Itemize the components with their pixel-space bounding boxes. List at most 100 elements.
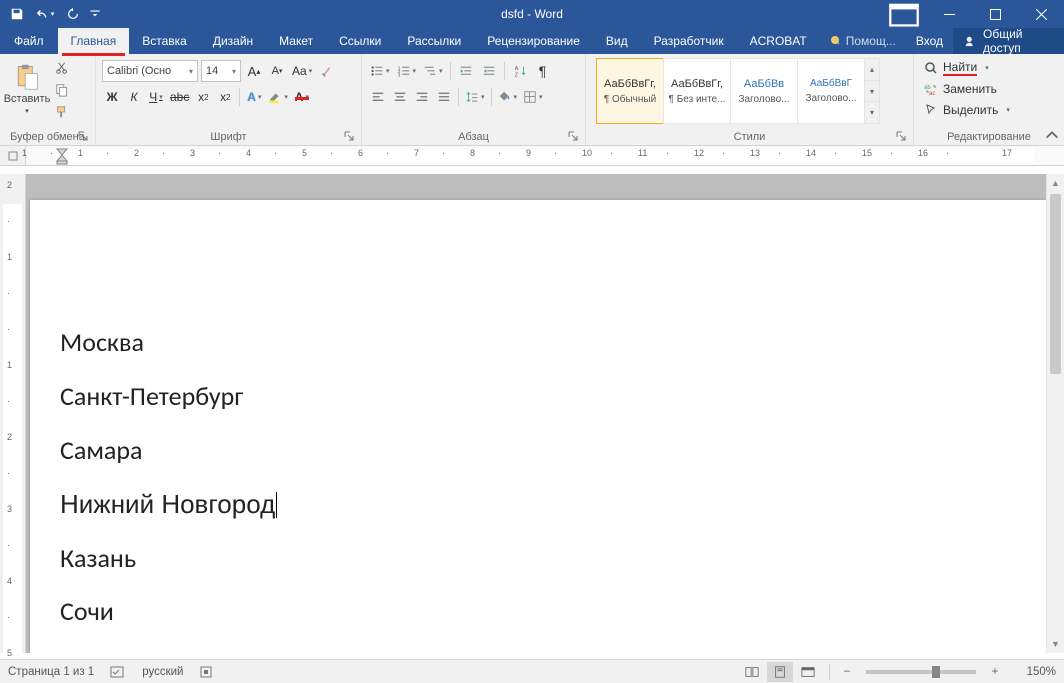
align-left-button[interactable]	[368, 86, 388, 108]
text-effects-button[interactable]: A	[244, 86, 264, 108]
style-heading1[interactable]: АаБбВвЗаголово...	[730, 58, 798, 124]
align-center-button[interactable]	[390, 86, 410, 108]
scroll-down-button[interactable]: ▼	[1047, 635, 1064, 653]
find-button[interactable]: Найти	[924, 58, 1010, 78]
document-area: МоскваСанкт-ПетербургСамараНижний Новгор…	[26, 174, 1046, 653]
tab-view[interactable]: Вид	[593, 28, 641, 54]
font-dialog-launcher[interactable]	[343, 131, 355, 143]
decrease-indent-button[interactable]	[456, 60, 476, 82]
bullets-button[interactable]	[368, 60, 392, 82]
maximize-button[interactable]	[972, 0, 1018, 28]
group-paragraph-label: Абзац	[366, 131, 581, 145]
ruler-horizontal[interactable]: 1·1·2·3·4·5·6·7·8·9·10·11·12·13·14·15·16…	[0, 146, 1064, 166]
print-layout-button[interactable]	[767, 662, 793, 682]
show-marks-button[interactable]: ¶	[533, 60, 553, 82]
scroll-thumb[interactable]	[1050, 194, 1061, 374]
paragraph-dialog-launcher[interactable]	[567, 131, 579, 143]
superscript-button[interactable]: x2	[215, 86, 235, 108]
titlebar: ▾ dsfd - Word	[0, 0, 1064, 28]
ribbon-display-options[interactable]	[888, 2, 920, 26]
change-case-button[interactable]: Aa	[290, 60, 314, 82]
tab-layout[interactable]: Макет	[266, 28, 326, 54]
increase-indent-button[interactable]	[479, 60, 499, 82]
spell-check-indicator[interactable]	[110, 665, 126, 679]
document-page[interactable]: МоскваСанкт-ПетербургСамараНижний Новгор…	[30, 200, 1046, 653]
tab-design[interactable]: Дизайн	[200, 28, 266, 54]
cut-button[interactable]	[52, 58, 72, 78]
styles-gallery: АаБбВвГг,¶ Обычный АаБбВвГг,¶ Без инте..…	[596, 58, 880, 124]
multilevel-list-button[interactable]	[421, 60, 445, 82]
zoom-slider-thumb[interactable]	[932, 666, 940, 678]
numbering-button[interactable]: 123	[395, 60, 419, 82]
collapse-ribbon-button[interactable]	[1044, 127, 1060, 143]
font-size-combo[interactable]: 14	[201, 60, 241, 82]
style-heading2[interactable]: АаБбВвГЗаголово...	[797, 58, 865, 124]
quick-access-toolbar: ▾	[0, 1, 102, 27]
scroll-up-button[interactable]: ▲	[1047, 174, 1064, 192]
zoom-out-button[interactable]: −	[838, 666, 856, 678]
tab-developer[interactable]: Разработчик	[641, 28, 737, 54]
subscript-button[interactable]: x2	[193, 86, 213, 108]
tab-home[interactable]: Главная	[58, 28, 130, 54]
shrink-font-button[interactable]: A▾	[267, 60, 287, 82]
align-right-button[interactable]	[412, 86, 432, 108]
tab-acrobat[interactable]: ACROBAT	[737, 28, 820, 54]
grow-font-button[interactable]: A▴	[244, 60, 264, 82]
ribbon: Вставить ▾ Буфер обмена Calibri (Осно 14…	[0, 54, 1064, 146]
web-layout-button[interactable]	[795, 662, 821, 682]
style-normal[interactable]: АаБбВвГг,¶ Обычный	[596, 58, 664, 124]
styles-gallery-more[interactable]: ▴▾▾	[864, 58, 880, 124]
tab-review[interactable]: Рецензирование	[474, 28, 593, 54]
zoom-slider[interactable]	[866, 670, 976, 674]
read-mode-button[interactable]	[739, 662, 765, 682]
zoom-level[interactable]: 150%	[1006, 666, 1056, 678]
paste-button[interactable]: Вставить ▾	[4, 56, 50, 122]
group-font-label: Шрифт	[100, 131, 357, 145]
strikethrough-button[interactable]: abc	[168, 86, 191, 108]
style-nospacing[interactable]: АаБбВвГг,¶ Без инте...	[663, 58, 731, 124]
macro-indicator[interactable]	[199, 665, 213, 679]
tab-insert[interactable]: Вставка	[129, 28, 200, 54]
ruler-vertical[interactable]: 2·1··1·2·3·4·5	[0, 174, 26, 653]
line-spacing-button[interactable]	[463, 86, 487, 108]
font-name-combo[interactable]: Calibri (Осно	[102, 60, 198, 82]
signin-link[interactable]: Вход	[906, 34, 953, 48]
save-button[interactable]	[4, 1, 30, 27]
redo-button[interactable]	[60, 1, 86, 27]
bold-button[interactable]: Ж	[102, 86, 122, 108]
undo-button[interactable]: ▾	[32, 1, 58, 27]
svg-text:A: A	[514, 66, 518, 72]
document-content[interactable]: МоскваСанкт-ПетербургСамараНижний Новгор…	[60, 328, 1016, 627]
tab-references[interactable]: Ссылки	[326, 28, 394, 54]
svg-text:3: 3	[397, 72, 400, 77]
vertical-scrollbar[interactable]: ▲ ▼	[1046, 174, 1064, 653]
replace-button[interactable]: abacЗаменить	[924, 79, 1010, 99]
select-button[interactable]: Выделить	[924, 100, 1010, 120]
italic-button[interactable]: К	[124, 86, 144, 108]
sort-button[interactable]: AZ	[510, 60, 530, 82]
group-font: Calibri (Осно 14 A▴ A▾ Aa Ж К Ч abc x2 x…	[96, 54, 362, 145]
language-indicator[interactable]: русский	[142, 666, 183, 678]
zoom-in-button[interactable]: +	[986, 666, 1004, 678]
highlight-button[interactable]	[266, 86, 290, 108]
tell-me-search[interactable]: Помощ...	[820, 34, 906, 48]
tab-file[interactable]: Файл	[0, 28, 58, 54]
minimize-button[interactable]	[926, 0, 972, 28]
close-button[interactable]	[1018, 0, 1064, 28]
borders-button[interactable]	[521, 86, 545, 108]
styles-dialog-launcher[interactable]	[895, 131, 907, 143]
share-button[interactable]: Общий доступ	[953, 28, 1064, 54]
format-painter-button[interactable]	[52, 102, 72, 122]
justify-button[interactable]	[434, 86, 454, 108]
font-color-button[interactable]: A	[292, 86, 312, 108]
clear-formatting-button[interactable]	[317, 60, 337, 82]
left-indent-marker[interactable]	[56, 154, 68, 166]
shading-button[interactable]	[496, 86, 520, 108]
page-indicator[interactable]: Страница 1 из 1	[8, 666, 94, 678]
copy-button[interactable]	[52, 80, 72, 100]
underline-button[interactable]: Ч	[146, 86, 166, 108]
qat-customize[interactable]	[88, 1, 102, 27]
clipboard-dialog-launcher[interactable]	[77, 131, 89, 143]
svg-text:ac: ac	[929, 91, 935, 96]
tab-mailings[interactable]: Рассылки	[394, 28, 474, 54]
